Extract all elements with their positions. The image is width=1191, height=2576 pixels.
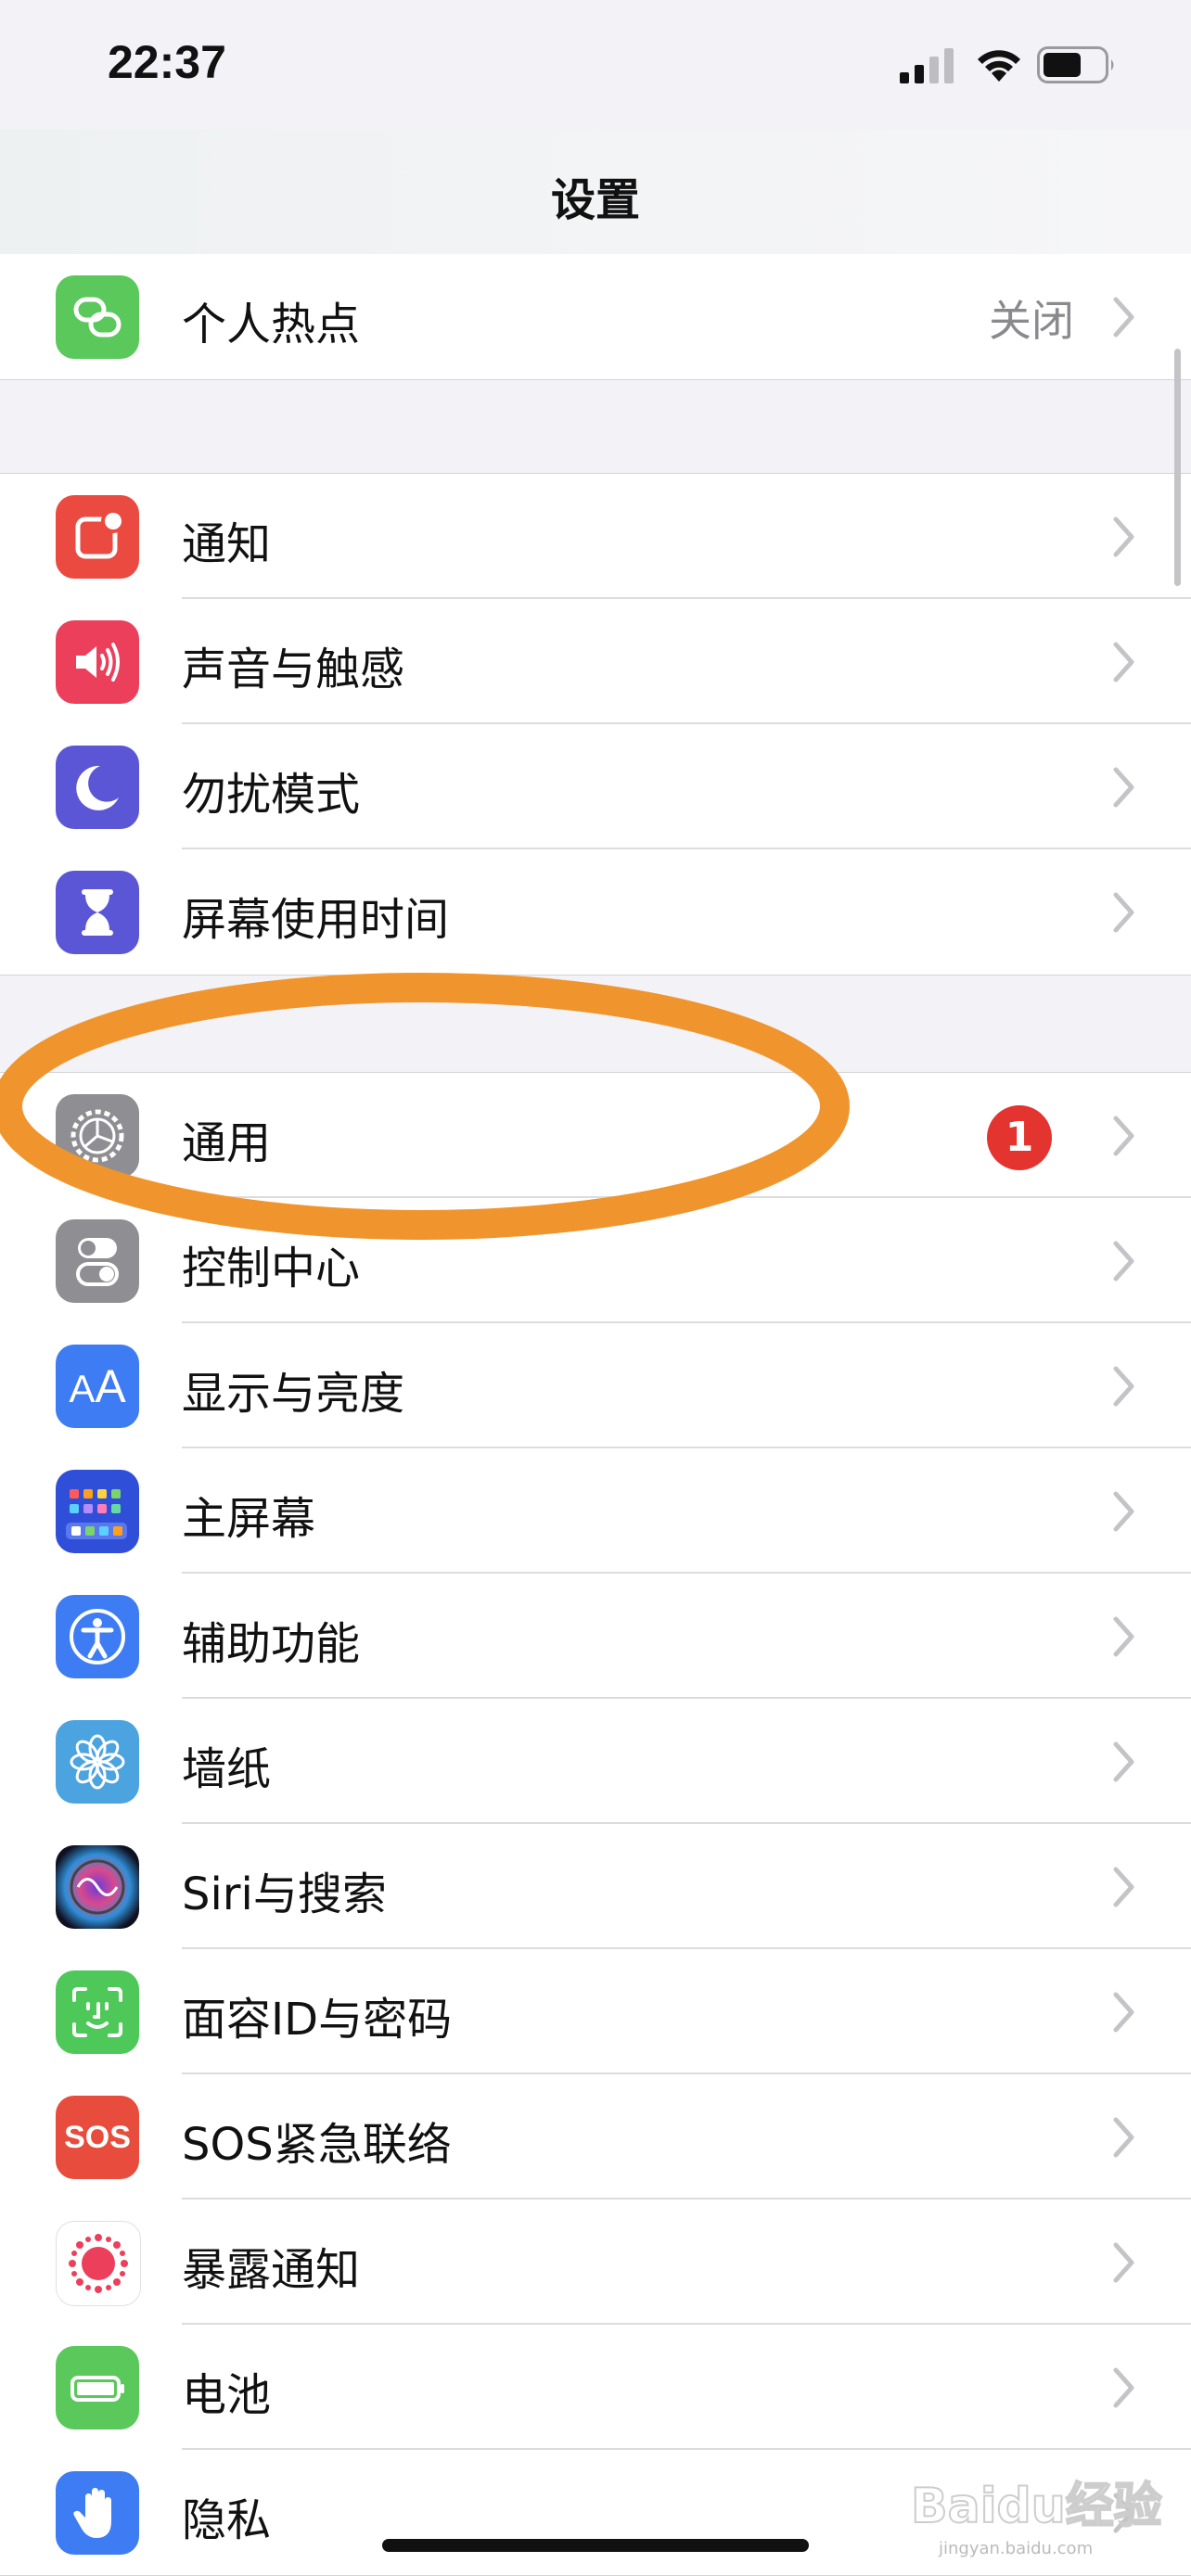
settings-row-accessibility[interactable]: 辅助功能 [0,1574,1191,1699]
sos-icon-text: SOS [64,2119,131,2155]
row-label: 个人热点 [182,299,361,351]
chevron-right-icon [1113,2367,1134,2408]
status-bar: 22:37 [0,0,1191,130]
chevron-right-icon [1113,516,1134,557]
chevron-right-icon [1113,2117,1134,2158]
settings-row-notifications[interactable]: 通知 [0,474,1191,599]
app-grid-icon [56,1470,139,1553]
settings-row-screen-time[interactable]: 屏幕使用时间 [0,849,1191,975]
chevron-right-icon [1113,1992,1134,2033]
watermark: Baidu经验 [910,2478,1163,2535]
siri-icon [56,1845,139,1929]
watermark-url: jingyan.baidu.com [939,2539,1094,2558]
chevron-right-icon [1113,1116,1134,1156]
chevron-right-icon [1113,1741,1134,1782]
row-label: 主屏幕 [182,1493,316,1545]
scroll-indicator[interactable] [1174,349,1181,586]
row-label: Siri与搜索 [182,1868,387,1920]
chevron-right-icon [1113,1616,1134,1657]
settings-group-network: 个人热点 关闭 [0,254,1191,380]
chevron-right-icon [1113,2242,1134,2283]
row-label: 墙纸 [182,1743,272,1795]
settings-row-home-screen[interactable]: 主屏幕 [0,1448,1191,1574]
speaker-icon [56,620,139,704]
settings-row-hotspot[interactable]: 个人热点 关闭 [0,254,1191,379]
settings-row-do-not-disturb[interactable]: 勿扰模式 [0,724,1191,849]
hourglass-icon [56,871,139,954]
settings-group-attention: 通知 声音与触感 勿扰模式 屏幕使用时间 [0,473,1191,976]
chevron-right-icon [1113,767,1134,808]
wifi-icon [978,50,1020,82]
notification-icon [56,495,139,579]
row-label: 通知 [182,518,272,570]
settings-row-wallpaper[interactable]: 墙纸 [0,1699,1191,1824]
update-badge: 1 [987,1105,1052,1170]
settings-row-battery[interactable]: 电池 [0,2325,1191,2450]
sos-icon: SOS [56,2096,139,2179]
row-label: 暴露通知 [182,2244,361,2296]
row-label: 屏幕使用时间 [182,894,450,946]
navigation-bar: 设置 [0,130,1191,256]
row-label: 辅助功能 [182,1618,361,1670]
row-label: 勿扰模式 [182,769,361,821]
chevron-right-icon [1113,297,1134,338]
highlight-annotation [0,973,850,1240]
chevron-right-icon [1113,892,1134,933]
text-size-icon: AA [56,1345,139,1428]
settings-row-display[interactable]: AA 显示与亮度 [0,1323,1191,1448]
hotspot-icon [56,275,139,359]
battery-status-icon [1037,46,1114,83]
flower-icon [56,1720,139,1804]
home-indicator[interactable] [382,2539,809,2552]
chevron-right-icon [1113,642,1134,682]
exposure-icon [56,2221,141,2306]
settings-row-sounds[interactable]: 声音与触感 [0,599,1191,724]
settings-row-exposure-notifications[interactable]: 暴露通知 [0,2200,1191,2325]
row-value: 关闭 [989,296,1074,346]
accessibility-icon [56,1595,139,1678]
settings-group-general: 通用 1 控制中心 AA 显示与亮度 主屏幕 辅助功能 墙纸 Siri与搜索 面… [0,1072,1191,2576]
chevron-right-icon [1113,1867,1134,1907]
battery-icon [56,2346,139,2429]
row-label: 声音与触感 [182,644,405,695]
settings-row-emergency-sos[interactable]: SOS SOS紧急联络 [0,2074,1191,2200]
row-label: 隐私 [182,2494,272,2546]
chevron-right-icon [1113,1241,1134,1282]
settings-row-siri[interactable]: Siri与搜索 [0,1824,1191,1949]
row-label: 面容ID与密码 [182,1994,453,2046]
row-label: SOS紧急联络 [182,2119,452,2171]
page-title: 设置 [550,174,640,226]
chevron-right-icon [1113,1491,1134,1532]
hand-icon [56,2471,139,2555]
moon-icon [56,746,139,829]
settings-row-face-id[interactable]: 面容ID与密码 [0,1949,1191,2074]
status-time: 22:37 [108,36,226,88]
row-label: 电池 [182,2369,272,2421]
row-label: 显示与亮度 [182,1368,405,1420]
face-id-icon [56,1970,139,2054]
cellular-signal-icon [900,48,954,83]
chevron-right-icon [1113,1366,1134,1407]
